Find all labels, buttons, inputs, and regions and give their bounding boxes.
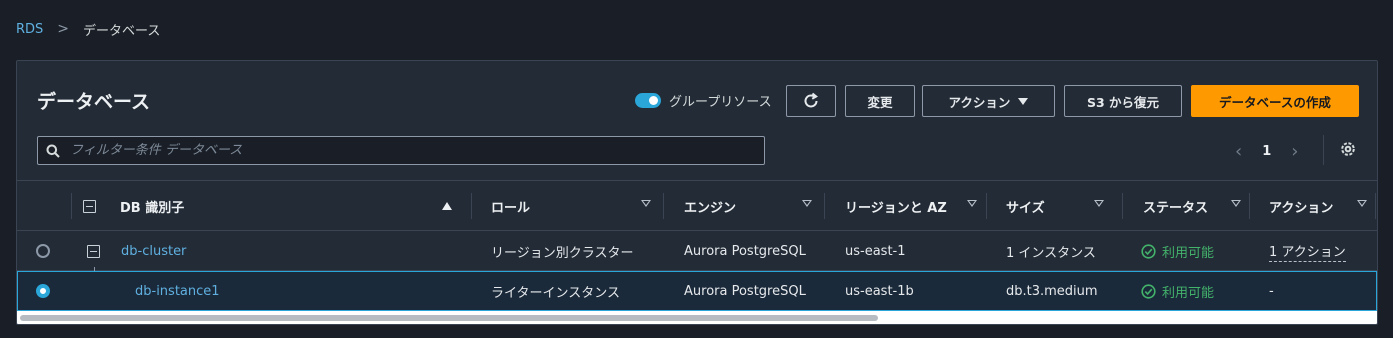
status-label: 利用可能 bbox=[1162, 285, 1215, 301]
column-header-status[interactable]: ステータス bbox=[1143, 181, 1249, 231]
page-title: データベース bbox=[37, 91, 151, 113]
collapse-icon bbox=[83, 199, 96, 213]
role-cell: ライターインスタンス bbox=[491, 285, 620, 301]
pager-divider bbox=[1323, 135, 1324, 165]
column-header-size-label: サイズ bbox=[1006, 200, 1045, 216]
size-cell: 1 インスタンス bbox=[1006, 245, 1096, 261]
row-select-radio[interactable] bbox=[36, 271, 50, 311]
engine-cell: Aurora PostgreSQL bbox=[684, 283, 806, 299]
column-separator[interactable] bbox=[986, 193, 987, 219]
breadcrumb: RDS > データベース bbox=[16, 19, 160, 39]
restore-from-s3-button[interactable]: S3 から復元 bbox=[1064, 85, 1182, 117]
column-header-id[interactable]: DB 識別子 bbox=[120, 181, 470, 231]
next-page-icon[interactable]: › bbox=[1291, 141, 1298, 162]
size-cell: db.t3.medium bbox=[1006, 283, 1098, 299]
collapse-all-toggle[interactable] bbox=[83, 181, 96, 231]
column-header-status-label: ステータス bbox=[1143, 200, 1209, 216]
collapse-icon bbox=[87, 244, 100, 258]
group-resources-label: グループリソース bbox=[669, 95, 772, 110]
current-page-number[interactable]: 1 bbox=[1262, 144, 1271, 159]
column-separator[interactable] bbox=[471, 193, 472, 219]
column-separator[interactable] bbox=[1375, 193, 1376, 219]
row-expand-toggle[interactable] bbox=[87, 231, 100, 271]
db-identifier-link[interactable]: db-cluster bbox=[121, 231, 186, 271]
column-separator[interactable] bbox=[824, 193, 825, 219]
check-circle-icon bbox=[1141, 283, 1156, 299]
db-identifier-link[interactable]: db-instance1 bbox=[135, 271, 220, 311]
sort-ascending-icon bbox=[442, 202, 452, 210]
status-label: 利用可能 bbox=[1162, 245, 1215, 261]
column-header-role-label: ロール bbox=[491, 200, 531, 216]
table-row[interactable]: db-instance1 ライターインスタンス Aurora PostgreSQ… bbox=[17, 271, 1377, 311]
caret-down-icon bbox=[1018, 97, 1029, 105]
sort-descending-icon bbox=[1231, 200, 1241, 207]
column-header-region[interactable]: リージョンと AZ bbox=[845, 181, 985, 231]
group-resources-toggle[interactable] bbox=[635, 93, 661, 108]
column-separator[interactable] bbox=[1122, 193, 1123, 219]
create-database-button[interactable]: データベースの作成 bbox=[1191, 85, 1359, 117]
refresh-icon bbox=[804, 92, 818, 108]
sort-descending-icon bbox=[1357, 200, 1367, 207]
sort-descending-icon bbox=[967, 200, 977, 207]
breadcrumb-separator: > bbox=[57, 21, 70, 37]
breadcrumb-rds-link[interactable]: RDS bbox=[16, 22, 43, 37]
check-circle-icon bbox=[1141, 243, 1156, 259]
prev-page-icon[interactable]: ‹ bbox=[1235, 141, 1242, 162]
column-header-role[interactable]: ロール bbox=[491, 181, 663, 231]
region-cell: us-east-1b bbox=[845, 283, 914, 299]
sort-descending-icon bbox=[1094, 200, 1104, 207]
breadcrumb-current: データベース bbox=[83, 23, 161, 39]
filter-input[interactable] bbox=[70, 143, 710, 158]
pending-actions-label: 1 アクション bbox=[1269, 241, 1346, 262]
column-separator[interactable] bbox=[1249, 193, 1250, 219]
pagination: ‹ 1 › bbox=[1235, 139, 1298, 163]
status-cell: 利用可能 bbox=[1141, 271, 1214, 311]
group-resources-toggle-wrap: グループリソース bbox=[635, 91, 772, 110]
search-icon bbox=[46, 144, 60, 158]
role-cell: リージョン別クラスター bbox=[491, 245, 634, 261]
modify-button[interactable]: 変更 bbox=[845, 85, 915, 117]
column-header-actions[interactable]: アクション bbox=[1269, 181, 1367, 231]
scrollbar-thumb[interactable] bbox=[20, 315, 878, 321]
actions-cell: - bbox=[1269, 283, 1274, 299]
column-header-actions-label: アクション bbox=[1269, 200, 1334, 216]
pending-actions-link[interactable]: 1 アクション bbox=[1269, 231, 1346, 271]
row-select-radio[interactable] bbox=[36, 231, 50, 271]
table-row[interactable]: db-cluster リージョン別クラスター Aurora PostgreSQL… bbox=[17, 231, 1377, 271]
column-separator[interactable] bbox=[663, 193, 664, 219]
sort-descending-icon bbox=[802, 200, 812, 207]
actions-button-label: アクション bbox=[948, 94, 1011, 110]
actions-dropdown-button[interactable]: アクション bbox=[922, 85, 1055, 117]
horizontal-scrollbar[interactable] bbox=[17, 311, 1377, 324]
column-header-size[interactable]: サイズ bbox=[1006, 181, 1122, 231]
column-header-engine[interactable]: エンジン bbox=[684, 181, 824, 231]
column-header-region-label: リージョンと AZ bbox=[845, 200, 947, 216]
databases-panel: データベース グループリソース 変更 アクション S3 から復元 データベースの… bbox=[16, 60, 1378, 325]
engine-cell: Aurora PostgreSQL bbox=[684, 243, 806, 259]
gear-icon[interactable] bbox=[1339, 140, 1357, 158]
region-cell: us-east-1 bbox=[845, 243, 906, 259]
refresh-button[interactable] bbox=[786, 85, 836, 117]
filter-bar bbox=[37, 136, 765, 165]
column-header-engine-label: エンジン bbox=[684, 200, 737, 216]
table-header-row: DB 識別子 ロール エンジン リージョンと AZ サイズ ステータス アクショ… bbox=[17, 181, 1377, 231]
column-header-id-label: DB 識別子 bbox=[120, 200, 185, 216]
column-separator bbox=[71, 193, 72, 219]
sort-descending-icon bbox=[641, 200, 651, 207]
status-cell: 利用可能 bbox=[1141, 231, 1214, 271]
